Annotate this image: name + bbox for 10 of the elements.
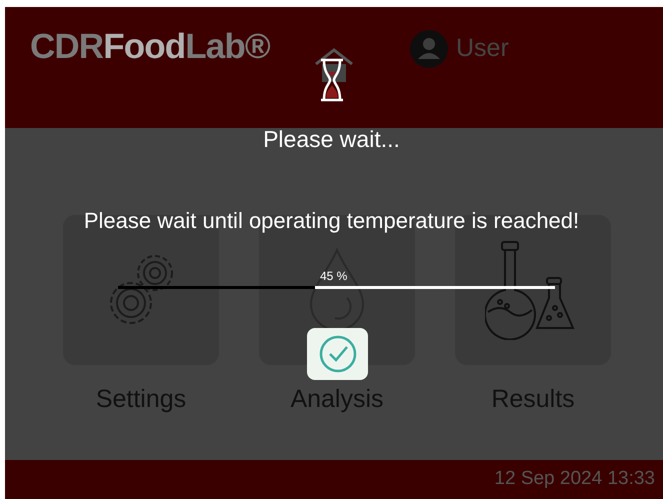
logo: CDRFoodLab® — [30, 29, 270, 64]
user-label[interactable]: User — [456, 30, 509, 68]
hourglass-icon — [318, 58, 346, 102]
user-avatar-icon — [410, 30, 448, 68]
dialog-title: Please wait... — [262, 125, 401, 154]
progress-reading: 45 % — [320, 268, 348, 285]
date-time: 12 Sep 2024 13:33 — [494, 467, 655, 492]
home-icon[interactable] — [313, 47, 355, 83]
dialog-message: Please wait until operating temperature is reached! — [82, 207, 580, 235]
check-circle-icon — [318, 335, 356, 373]
